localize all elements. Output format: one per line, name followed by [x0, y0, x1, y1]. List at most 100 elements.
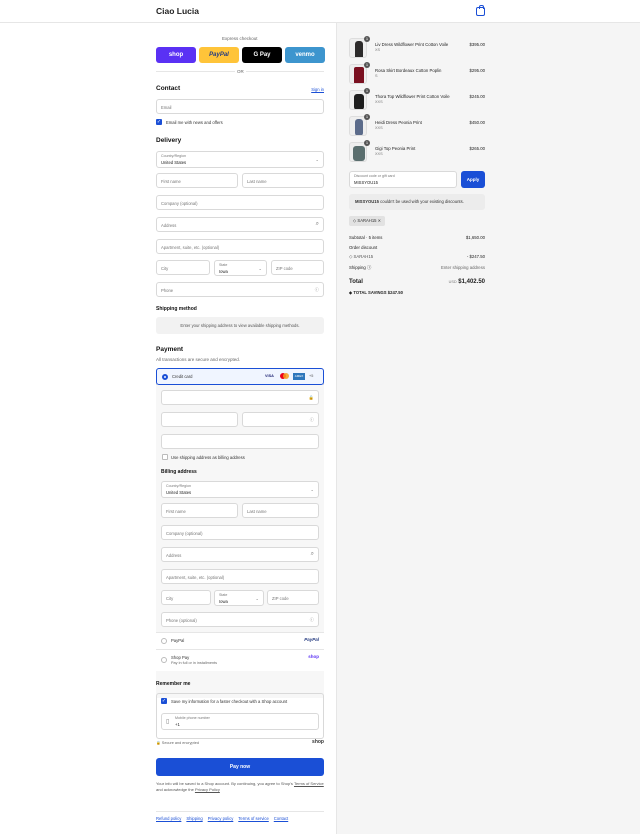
item-name: Rosa Skirt Bordeaux Cotton Poplin [375, 68, 442, 73]
zip-input[interactable]: ZIP code [271, 260, 324, 275]
terms-text: Your info will be saved to a Shop accoun… [156, 781, 324, 792]
item-variant: S [375, 74, 378, 78]
shop-pay-button[interactable]: shop [156, 47, 196, 63]
lock-icon: 🔒 [156, 741, 161, 745]
paypal-button[interactable]: PayPal [199, 47, 239, 63]
email-input[interactable]: Email [156, 99, 324, 114]
country-select[interactable]: Country/Region United States ⌄ [156, 151, 324, 168]
shipping-row: Shipping ⓘ Enter shipping address [349, 265, 485, 270]
help-icon[interactable]: ⓘ [310, 617, 314, 623]
shop-logo: shop [312, 739, 324, 745]
security-code-input[interactable]: ⓘ [242, 412, 319, 427]
help-icon[interactable]: ⓘ [315, 287, 319, 293]
billing-last-name-input[interactable]: Last name [242, 503, 319, 518]
quantity-badge: 1 [364, 114, 370, 120]
chevron-down-icon: ⌄ [315, 157, 319, 162]
first-name-input[interactable]: First name [156, 173, 238, 188]
list-item: 1 Rosa Skirt Bordeaux Cotton Poplin S $2… [349, 62, 485, 84]
last-name-input[interactable]: Last name [242, 173, 324, 188]
save-info-checkbox[interactable]: ✓ [161, 698, 167, 704]
city-input[interactable]: City [156, 260, 210, 275]
list-item: 1 Thora Top Wildflower Print Cotton Voil… [349, 88, 485, 110]
help-icon[interactable]: ⓘ [310, 417, 314, 423]
item-name: Thora Top Wildflower Print Cotton Voile [375, 94, 450, 99]
phone-input[interactable]: Phone ⓘ [156, 282, 324, 297]
chevron-down-icon: ⌄ [310, 487, 314, 492]
paypal-radio[interactable] [161, 638, 167, 644]
total-row: Total USD $1,402.50 [349, 279, 485, 285]
shop-pay-option[interactable]: Shop Pay Pay in full or in installments … [156, 649, 324, 671]
tag-icon: ◇ [353, 218, 357, 223]
brand-logo[interactable]: Ciao Lucia [156, 6, 199, 16]
pay-now-button[interactable]: Pay now [156, 758, 324, 776]
footer-links: Refund policy Shipping Privacy policy Te… [156, 816, 288, 821]
close-icon[interactable]: ✕ [378, 218, 382, 223]
billing-country-select[interactable]: Country/Region United States ⌄ [161, 481, 319, 498]
apply-button[interactable]: Apply [461, 171, 485, 188]
item-price: $245.00 [469, 94, 485, 99]
help-icon[interactable]: ⓘ [367, 265, 371, 270]
privacy-link[interactable]: Privacy Policy [195, 787, 220, 792]
billing-phone-input[interactable]: Phone (optional) ⓘ [161, 612, 319, 627]
privacy-policy-link[interactable]: Privacy policy [208, 816, 234, 821]
terms-of-service-link[interactable]: Terms of service [238, 816, 268, 821]
billing-state-select[interactable]: State Iowa ⌄ [214, 590, 264, 606]
credit-card-radio[interactable] [162, 374, 168, 380]
discount-row: ◇ SARAH15- $247.50 [349, 254, 485, 259]
subtotal-row: Subtotal · 5 items $1,650.00 [349, 235, 485, 240]
or-divider: OR [235, 69, 246, 74]
billing-same-checkbox[interactable] [162, 454, 168, 460]
more-cards-badge: +5 [309, 374, 314, 378]
contact-title: Contact [156, 85, 181, 92]
delivery-title: Delivery [156, 137, 182, 144]
refund-policy-link[interactable]: Refund policy [156, 816, 181, 821]
terms-link[interactable]: Terms of Service [294, 781, 324, 786]
credit-card-option[interactable]: Credit card VISA AMEX +5 [156, 368, 324, 385]
card-number-input[interactable]: 🔒 [161, 390, 319, 405]
search-icon: ⌕ [315, 221, 319, 227]
shipping-link[interactable]: Shipping [186, 816, 202, 821]
billing-city-input[interactable]: City [161, 590, 211, 605]
discount-code-input[interactable]: Discount code or gift card MISSYOU15 [349, 171, 457, 188]
billing-address-input[interactable]: Address ⌕ [161, 547, 319, 562]
item-price: $395.00 [469, 42, 485, 47]
payment-title: Payment [156, 346, 184, 353]
contact-link[interactable]: Contact [274, 816, 288, 821]
shopping-bag-icon[interactable] [476, 5, 485, 16]
order-discount-label: Order discount [349, 245, 378, 250]
company-input[interactable]: Company (optional) [156, 195, 324, 210]
billing-title: Billing address [161, 469, 197, 475]
item-price: $295.00 [469, 68, 485, 73]
news-label: Email me with news and offers [166, 120, 223, 125]
billing-zip-input[interactable]: ZIP code [267, 590, 319, 605]
billing-first-name-input[interactable]: First name [161, 503, 238, 518]
shop-pay-logo: shop [308, 654, 319, 659]
header: Ciao Lucia [0, 0, 640, 23]
item-variant: XXS [375, 152, 383, 156]
google-pay-button[interactable]: G Pay [242, 47, 282, 63]
state-select[interactable]: State Iowa ⌄ [214, 260, 267, 276]
item-name: Liv Dress Wildflower Print Cotton Voile [375, 42, 449, 47]
billing-company-input[interactable]: Company (optional) [161, 525, 319, 540]
payment-subtitle: All transactions are secure and encrypte… [156, 357, 241, 362]
secure-note: 🔒 Secure and encrypted [156, 741, 199, 745]
chevron-down-icon: ⌄ [258, 266, 262, 271]
chevron-down-icon: ⌄ [255, 596, 259, 601]
search-icon: ⌕ [310, 551, 314, 557]
sign-in-link[interactable]: Sign in [311, 87, 324, 92]
mobile-phone-input[interactable]: Mobile phone number +1 ▯ [161, 713, 319, 730]
paypal-option[interactable]: PayPal PayPal [156, 632, 324, 649]
discount-error: MISSYOU15 couldn't be used with your exi… [349, 194, 485, 210]
item-variant: XXS [375, 100, 383, 104]
address-input[interactable]: Address ⌕ [156, 217, 324, 232]
list-item: 1 Gigi Top Peonia Print XXS $265.00 [349, 140, 485, 162]
mastercard-icon [280, 373, 289, 379]
name-on-card-input[interactable] [161, 434, 319, 449]
remember-title: Remember me [156, 681, 191, 687]
apartment-input[interactable]: Apartment, suite, etc. (optional) [156, 239, 324, 254]
shop-pay-radio[interactable] [161, 657, 167, 663]
venmo-button[interactable]: venmo [285, 47, 325, 63]
expiration-input[interactable] [161, 412, 238, 427]
billing-apartment-input[interactable]: Apartment, suite, etc. (optional) [161, 569, 319, 584]
news-checkbox[interactable]: ✓ [156, 119, 162, 125]
